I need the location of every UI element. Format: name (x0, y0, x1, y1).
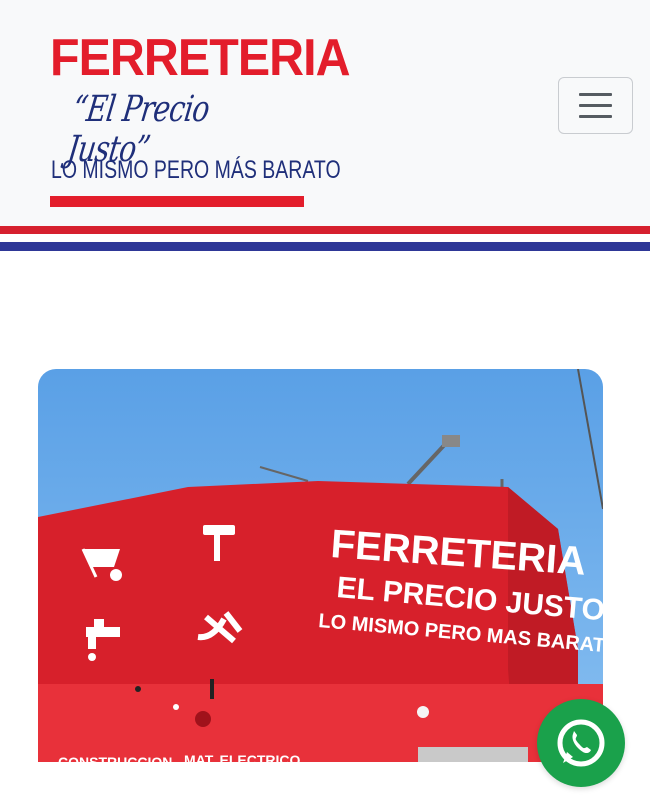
logo-underline (50, 196, 304, 207)
brand-logo[interactable]: FERRETERIA “El Precio Justo” LO MISMO PE… (48, 28, 351, 213)
flag-stripe-red (0, 226, 650, 234)
hamburger-menu-icon (579, 93, 612, 96)
store-front-photo: FERRETERIA EL PRECIO JUSTO LO MISMO PERO… (38, 369, 603, 800)
whatsapp-button[interactable] (537, 699, 625, 787)
logo-slogan: LO MISMO PERO MÁS BARATO (51, 156, 341, 184)
logo-title: FERRETERIA (50, 29, 351, 87)
navbar: FERRETERIA “El Precio Justo” LO MISMO PE… (0, 0, 650, 226)
flag-stripe-white (0, 234, 650, 242)
whatsapp-icon (557, 719, 605, 767)
navbar-toggle-button[interactable] (558, 77, 633, 134)
flag-stripe-blue (0, 242, 650, 251)
